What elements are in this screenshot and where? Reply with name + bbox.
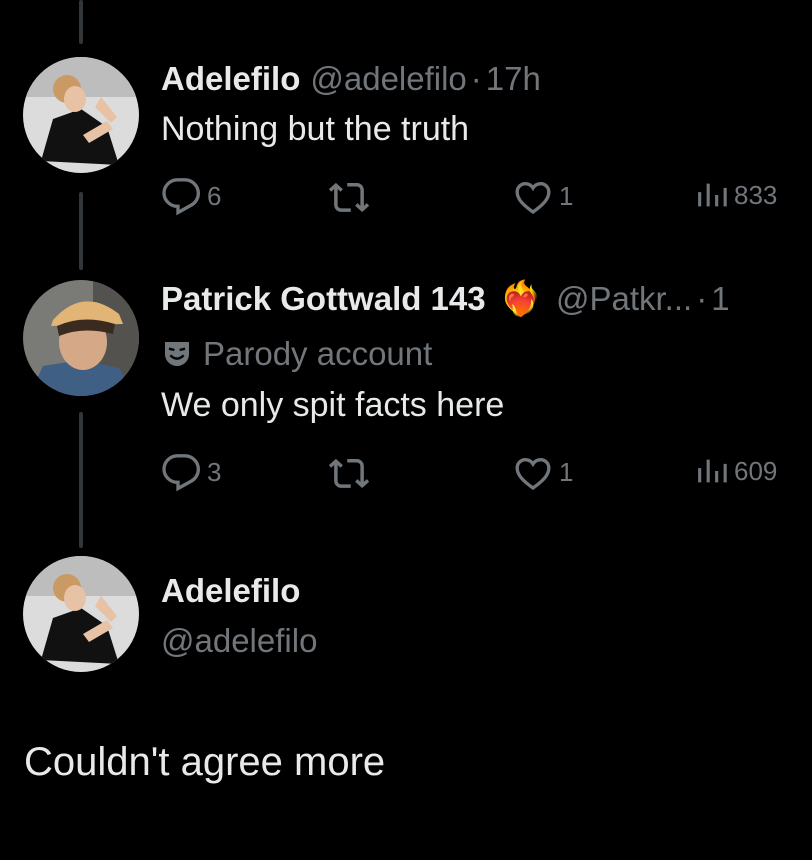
tweet-2-view-count: 609 [734,455,778,486]
tweet-1-author-handle[interactable]: @adelefilo [310,60,466,98]
tweet-1-header: Adelefilo @adelefilo · 17h [161,60,541,98]
tweet-2-author-handle[interactable]: @Patkr... [556,280,692,318]
tweet-2-header: Patrick Gottwald 143 ❤️‍🔥 @Patkr... · 1 [161,279,730,319]
views-icon [698,183,727,207]
avatar-reply-adelefilo[interactable] [23,556,139,672]
like-icon [515,181,551,215]
tweet-1-timestamp[interactable]: 17h [486,60,541,98]
tweet-1-like-count: 1 [559,180,574,211]
reply-author-handle-row: @adelefilo [161,622,317,660]
tweet-2-timestamp[interactable]: 1 [711,280,729,318]
reply-icon [162,454,201,492]
parody-label: Parody account [203,335,433,372]
reply-author-handle[interactable]: @adelefilo [161,622,317,660]
tweet-1-like-button[interactable]: 1 [513,176,573,216]
tweet-2-reply-button[interactable]: 3 [161,452,221,492]
tweet-2-author-name[interactable]: Patrick Gottwald 143 [161,280,486,318]
parody-mask-icon [165,342,189,366]
tweet-2-like-button[interactable]: 1 [513,452,573,492]
tweet-1-text: Nothing but the truth [161,110,470,148]
tweet-2-retweet-button[interactable] [328,452,370,494]
tweet-2-actions: 3 1 609 [161,448,812,498]
avatar-patrick-gottwald[interactable] [23,280,139,396]
reply-author-name[interactable]: Adelefilo [161,572,300,610]
tweet-2-reply-count: 3 [207,456,222,487]
thread-line-1 [79,192,83,270]
reply-icon [162,178,201,216]
tweet-1-retweet-button[interactable] [328,176,370,218]
parody-badge: Parody account [161,335,432,373]
retweet-icon [328,182,370,213]
avatar-adelefilo[interactable] [23,57,139,173]
heart-on-fire-icon: ❤️‍🔥 [499,280,542,318]
tweet-1-reply-button[interactable]: 6 [161,176,221,216]
tweet-1-views-button[interactable]: 833 [694,178,777,212]
thread-line-top [79,0,83,44]
tweet-1-view-count: 833 [734,179,778,210]
tweet-1-author-name[interactable]: Adelefilo [161,60,300,98]
tweet-2-text: We only spit facts here [161,386,505,424]
tweet-2-views-button[interactable]: 609 [694,454,777,488]
reply-text: Couldn't agree more [24,740,386,784]
tweet-2-like-count: 1 [559,456,574,487]
reply-author-name-row: Adelefilo [161,572,300,610]
thread-line-2 [79,412,83,548]
views-icon [698,459,727,483]
tweet-1-reply-count: 6 [207,180,222,211]
retweet-icon [328,458,370,489]
tweet-2-separator: · [696,280,708,317]
tweet-1-actions: 6 1 833 [161,172,812,222]
like-icon [515,457,551,491]
tweet-1-separator: · [470,60,482,97]
